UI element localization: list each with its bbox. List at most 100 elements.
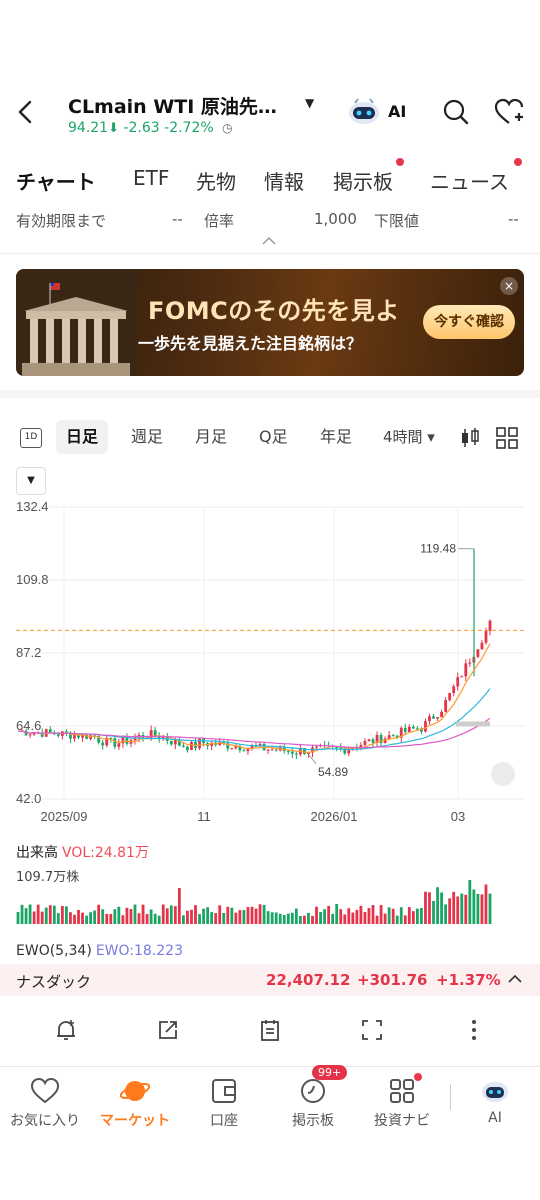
nav-board[interactable]: 掲示板	[268, 1076, 358, 1130]
down-arrow-icon: ⬇	[108, 121, 119, 136]
volume-bar	[218, 905, 222, 924]
nav-market[interactable]: マーケット	[90, 1076, 180, 1130]
volume-bar	[359, 905, 363, 924]
period-yearly[interactable]: 年足	[320, 420, 352, 454]
add-favorite-icon[interactable]	[494, 98, 524, 126]
fullscreen-icon[interactable]	[360, 1018, 384, 1042]
volume-bar	[44, 907, 48, 924]
promo-banner[interactable]: FOMCのその先を見よ 一歩先を見据えた注目銘柄は？ 今すぐ確認 ×	[16, 269, 524, 376]
add-alert-icon[interactable]	[54, 1018, 78, 1042]
nav-invest-navi[interactable]: 投資ナビ	[357, 1076, 447, 1130]
price-chart[interactable]: 132.4109.887.264.642.02025/09 11 2026/01 03…	[0, 495, 540, 835]
period-weekly[interactable]: 週足	[131, 420, 163, 454]
volume-bar	[129, 908, 133, 924]
nav-label: 投資ナビ	[374, 1113, 430, 1129]
candle	[476, 649, 480, 657]
volume-bar	[206, 907, 210, 924]
notes-icon[interactable]	[258, 1018, 282, 1042]
volume-bar	[444, 904, 448, 924]
period-daily[interactable]: 日足	[56, 420, 109, 454]
period-monthly[interactable]: 月足	[195, 420, 227, 454]
candle	[407, 726, 411, 732]
volume-bar	[194, 905, 197, 924]
multiplier-label: 倍率	[204, 212, 235, 230]
tab-board[interactable]: 掲示板	[333, 166, 393, 195]
tab-chart[interactable]: チャート	[16, 166, 96, 195]
check-now-button[interactable]: 今すぐ確認	[423, 305, 515, 339]
chevron-up-icon[interactable]	[508, 974, 522, 984]
ai-robot-icon[interactable]	[347, 96, 381, 126]
back-arrow-icon[interactable]	[14, 98, 38, 126]
price-marker	[456, 721, 490, 727]
banner-subtitle: 一歩先を見据えた注目銘柄は？	[138, 334, 363, 353]
volume-bar	[383, 913, 387, 924]
volume-bar	[117, 906, 121, 924]
notification-badge: 99+	[312, 1065, 348, 1080]
volume-bar	[456, 896, 460, 924]
share-icon[interactable]	[156, 1018, 180, 1042]
one-day-toggle[interactable]: 1D	[20, 428, 42, 448]
search-icon[interactable]	[442, 98, 470, 126]
volume-bar	[214, 913, 218, 924]
candle	[424, 721, 427, 732]
volume-bar	[476, 893, 480, 924]
price-summary: 94.21⬇ -2.63 -2.72% ◷	[68, 120, 233, 136]
tab-futures[interactable]: 先物	[196, 166, 236, 195]
more-icon[interactable]	[462, 1018, 486, 1042]
chevron-up-icon[interactable]	[262, 236, 276, 246]
candle	[403, 727, 407, 732]
volume-label: 出来高	[16, 845, 58, 861]
nav-ai[interactable]: AI	[450, 1076, 540, 1126]
tab-info[interactable]: 情報	[264, 166, 304, 195]
x-tick-label: 2025/09	[41, 809, 88, 824]
candle	[266, 749, 270, 751]
volume-bar	[105, 913, 109, 924]
volume-bar	[262, 904, 266, 924]
volume-bar	[238, 910, 242, 924]
candle	[286, 751, 290, 753]
nav-account[interactable]: 口座	[179, 1076, 269, 1130]
grid-layout-icon[interactable]	[496, 427, 518, 449]
price-change: -2.63	[123, 120, 160, 136]
nasdaq-ticker[interactable]: ナスダック 22,407.12 +301.76 +1.37%	[0, 964, 540, 996]
y-tick-label: 109.8	[16, 572, 49, 587]
tab-news[interactable]: ニュース	[430, 166, 509, 195]
candle	[387, 735, 391, 739]
bottom-navigation: お気に入り マーケット 口座 掲示板 投資ナビ AI	[0, 1070, 540, 1140]
volume-bar	[298, 915, 302, 924]
indicator-dropdown-button[interactable]: ▼	[16, 467, 46, 495]
volume-bar	[182, 915, 185, 924]
volume-bar	[52, 905, 56, 924]
federal-reserve-building-image	[16, 269, 136, 376]
volume-bar	[282, 915, 286, 924]
ai-label[interactable]: AI	[388, 102, 406, 121]
nav-favorites[interactable]: お気に入り	[0, 1076, 90, 1130]
volume-bar	[81, 912, 84, 924]
period-quarterly[interactable]: Q足	[259, 420, 288, 454]
volume-bar	[186, 910, 189, 924]
candle	[153, 730, 157, 736]
low-label: 54.89	[318, 765, 348, 779]
volume-bar	[363, 912, 367, 924]
tab-etf[interactable]: ETF	[133, 166, 169, 190]
volume-bar	[137, 913, 141, 924]
volume-bar	[355, 909, 359, 924]
ewo-title: EWO(5,34)	[16, 943, 92, 959]
candle	[432, 716, 435, 719]
nasdaq-change: +301.76	[357, 971, 428, 989]
volume-bar	[230, 907, 234, 924]
instrument-title[interactable]: CLmain WTI 原油先…	[68, 92, 277, 119]
volume-bar	[480, 894, 484, 924]
volume-bar	[351, 912, 355, 924]
close-icon[interactable]: ×	[500, 277, 518, 295]
volume-bar	[16, 912, 20, 924]
ma-line-long	[17, 717, 491, 749]
candlestick-type-icon[interactable]	[460, 427, 480, 449]
volume-bar	[319, 911, 322, 924]
period-tabs: 1D 日足 週足 月足 Q足 年足 4時間 ▾	[0, 420, 540, 456]
chevron-down-icon[interactable]: ▼	[305, 96, 314, 110]
ewo-indicator[interactable]: EWO(5,34) EWO:18.223	[16, 943, 183, 959]
period-4hour[interactable]: 4時間 ▾	[383, 420, 435, 454]
volume-bar	[56, 913, 60, 924]
volume-bar	[347, 908, 351, 924]
